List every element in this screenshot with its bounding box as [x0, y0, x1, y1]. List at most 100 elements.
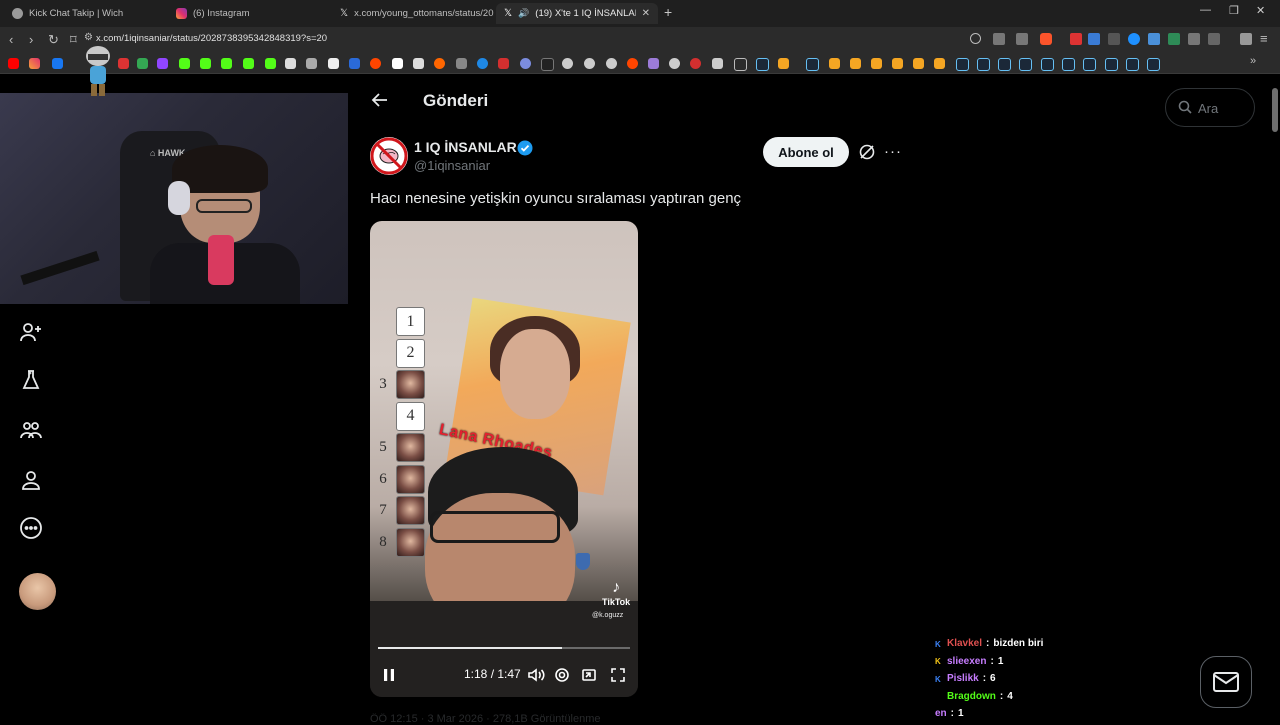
- kick-bookmark-icon[interactable]: [200, 58, 211, 69]
- brave-shield-icon[interactable]: [1040, 33, 1052, 45]
- twitch-bookmark-icon[interactable]: [157, 58, 168, 69]
- bookmark-icon[interactable]: [243, 58, 254, 69]
- extension-icon[interactable]: [1168, 33, 1180, 45]
- video-progress-bar[interactable]: [378, 647, 630, 649]
- extension-icon[interactable]: [1148, 33, 1160, 45]
- steam-bookmark-icon[interactable]: [1147, 58, 1160, 71]
- media-icon[interactable]: [1240, 33, 1252, 45]
- new-tab-button[interactable]: +: [664, 4, 672, 20]
- site-settings-icon[interactable]: ⚙: [84, 32, 93, 43]
- bookmark-icon[interactable]: [349, 58, 360, 69]
- back-nav-icon[interactable]: ‹: [9, 32, 13, 47]
- bookmark-icon[interactable]: [52, 58, 63, 69]
- drive-bookmark-icon[interactable]: [137, 58, 148, 69]
- bookmark-icon[interactable]: [712, 58, 723, 69]
- youtube-bookmark-icon[interactable]: [8, 58, 19, 69]
- steam-bookmark-icon[interactable]: [1083, 58, 1096, 71]
- post-more-icon[interactable]: ···: [884, 143, 902, 160]
- author-name[interactable]: 1 IQ İNSANLAR: [414, 139, 517, 155]
- follow-icon[interactable]: [19, 320, 43, 344]
- bookmark-icon[interactable]: [541, 58, 554, 71]
- more-bookmarks-icon[interactable]: »: [1250, 55, 1256, 67]
- back-arrow-icon[interactable]: [370, 90, 390, 110]
- volume-icon[interactable]: [527, 667, 545, 683]
- steam-bookmark-icon[interactable]: [1019, 58, 1032, 71]
- bookmark-icon[interactable]: [477, 58, 488, 69]
- bookmark-icon[interactable]: [118, 58, 129, 69]
- bookmark-icon[interactable]: [434, 58, 445, 69]
- bookmark-icon[interactable]: [306, 58, 317, 69]
- author-handle[interactable]: @1iqinsaniar: [414, 158, 490, 173]
- bookmark-icon[interactable]: [850, 58, 861, 69]
- share-icon[interactable]: [1016, 33, 1028, 45]
- bookmark-icon[interactable]: [520, 58, 531, 69]
- folder-icon[interactable]: [734, 58, 747, 71]
- premium-flask-icon[interactable]: [19, 368, 43, 392]
- messages-button[interactable]: [1200, 656, 1252, 708]
- subscribe-button[interactable]: Abone ol: [763, 137, 849, 167]
- bookmark-icon[interactable]: [584, 58, 595, 69]
- bookmark-icon[interactable]: [285, 58, 296, 69]
- cast-icon[interactable]: [993, 33, 1005, 45]
- pause-icon[interactable]: [382, 667, 396, 683]
- tab-kick-chat[interactable]: Kick Chat Takip | Wich: [4, 3, 166, 24]
- tab-close-icon[interactable]: ✕: [642, 8, 650, 19]
- steam-bookmark-icon[interactable]: [1041, 58, 1054, 71]
- kick-bookmark-icon[interactable]: [179, 58, 190, 69]
- bookmark-icon[interactable]: [871, 58, 882, 69]
- bookmark-icon[interactable]: [456, 58, 467, 69]
- tab-instagram[interactable]: (6) Instagram: [168, 3, 330, 24]
- bookmark-icon[interactable]: [778, 58, 789, 69]
- bookmark-icon[interactable]: [606, 58, 617, 69]
- address-bar[interactable]: x.com/1iqinsaniar/status/202873839534284…: [96, 33, 327, 44]
- bookmark-icon[interactable]: [392, 58, 403, 69]
- author-avatar[interactable]: [370, 137, 408, 175]
- menu-icon[interactable]: ≡: [1260, 31, 1268, 46]
- bookmark-icon[interactable]: [627, 58, 638, 69]
- picture-in-picture-icon[interactable]: [581, 667, 597, 683]
- bookmark-icon[interactable]: [669, 58, 680, 69]
- puzzle-icon[interactable]: [1188, 33, 1200, 45]
- forward-nav-icon[interactable]: ›: [29, 32, 33, 47]
- account-avatar[interactable]: [19, 573, 56, 610]
- close-window-button[interactable]: ✕: [1256, 4, 1265, 17]
- bookmark-icon[interactable]: [892, 58, 903, 69]
- communities-icon[interactable]: [19, 418, 43, 442]
- bookmark-icon[interactable]: [913, 58, 924, 69]
- profile-icon[interactable]: [19, 468, 43, 492]
- fullscreen-icon[interactable]: [610, 667, 626, 683]
- zoom-icon[interactable]: [970, 33, 981, 44]
- steam-bookmark-icon[interactable]: [956, 58, 969, 71]
- kick-bookmark-icon[interactable]: [221, 58, 232, 69]
- bookmark-icon[interactable]: [562, 58, 573, 69]
- steam-bookmark-icon[interactable]: [977, 58, 990, 71]
- steam-bookmark-icon[interactable]: [806, 58, 819, 71]
- bookmark-icon[interactable]: [265, 58, 276, 69]
- bookmark-icon[interactable]: [934, 58, 945, 69]
- bookmark-icon[interactable]: [648, 58, 659, 69]
- bookmark-icon[interactable]: [413, 58, 424, 69]
- maximize-button[interactable]: ❐: [1229, 4, 1239, 17]
- reload-icon[interactable]: ↻: [48, 32, 59, 48]
- steam-bookmark-icon[interactable]: [756, 58, 769, 71]
- instagram-bookmark-icon[interactable]: [29, 58, 40, 69]
- page-scrollbar[interactable]: [1272, 88, 1278, 132]
- settings-gear-icon[interactable]: [554, 667, 570, 683]
- grok-icon[interactable]: [858, 143, 876, 161]
- tab-young-ottomans[interactable]: 𝕏 x.com/young_ottomans/status/20288: [332, 3, 494, 24]
- steam-bookmark-icon[interactable]: [998, 58, 1011, 71]
- more-options-icon[interactable]: [19, 516, 43, 540]
- sidebar-icon[interactable]: [1208, 33, 1220, 45]
- minimize-button[interactable]: —: [1200, 4, 1211, 16]
- extension-icon[interactable]: [1108, 33, 1120, 45]
- reddit-bookmark-icon[interactable]: [370, 58, 381, 69]
- extension-icon[interactable]: [1088, 33, 1100, 45]
- extension-icon[interactable]: [1070, 33, 1082, 45]
- steam-bookmark-icon[interactable]: [1105, 58, 1118, 71]
- steam-bookmark-icon[interactable]: [1062, 58, 1075, 71]
- bookmark-icon[interactable]: [690, 58, 701, 69]
- bookmark-icon[interactable]: [498, 58, 509, 69]
- search-input[interactable]: Ara: [1165, 88, 1255, 127]
- extension-icon[interactable]: [1128, 33, 1140, 45]
- bookmark-icon[interactable]: [829, 58, 840, 69]
